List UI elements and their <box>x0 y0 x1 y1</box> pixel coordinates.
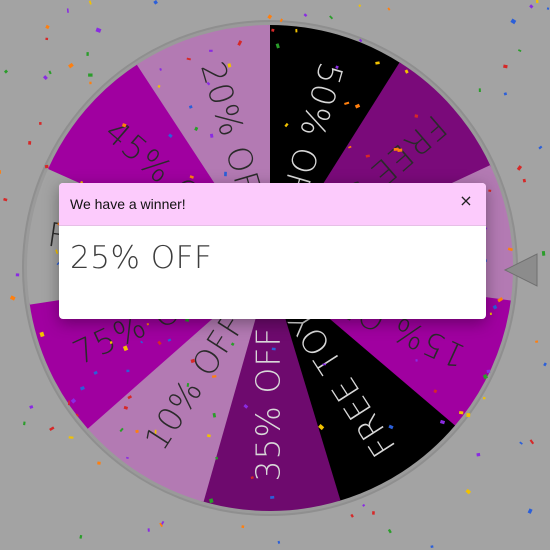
confetti-piece <box>88 0 92 5</box>
wheel-segment-label: 35% OFF <box>249 327 288 482</box>
confetti-piece <box>466 413 471 418</box>
confetti-piece <box>44 164 49 169</box>
confetti-piece <box>372 511 375 515</box>
confetti-piece <box>45 37 49 41</box>
winner-dialog-header: We have a winner! × <box>59 183 486 226</box>
confetti-piece <box>510 18 517 25</box>
confetti-piece <box>39 121 42 125</box>
confetti-piece <box>79 534 83 539</box>
confetti-piece <box>66 8 69 13</box>
confetti-piece <box>543 362 547 367</box>
confetti-piece <box>295 28 298 33</box>
confetti-piece <box>153 0 158 5</box>
confetti-piece <box>270 495 275 499</box>
confetti-piece <box>86 52 89 56</box>
confetti-piece <box>358 4 362 8</box>
confetti-piece <box>415 359 418 362</box>
confetti-piece <box>224 171 227 177</box>
confetti-piece <box>482 397 486 400</box>
winning-prize-text: 25% OFF <box>70 240 213 276</box>
confetti-piece <box>459 410 464 415</box>
confetti-piece <box>271 28 275 32</box>
confetti-piece <box>387 7 391 11</box>
confetti-piece <box>277 540 281 544</box>
confetti-piece <box>89 81 92 85</box>
confetti-piece <box>271 347 276 351</box>
confetti-piece <box>146 323 149 326</box>
confetti-piece <box>538 145 543 150</box>
confetti-piece <box>68 436 74 439</box>
confetti-piece <box>516 165 523 171</box>
confetti-piece <box>387 528 392 534</box>
confetti-piece <box>303 13 308 17</box>
confetti-piece <box>95 27 102 33</box>
confetti-piece <box>49 426 55 431</box>
confetti-piece <box>42 75 48 81</box>
confetti-piece <box>329 15 334 20</box>
confetti-piece <box>15 273 20 277</box>
confetti-piece <box>241 525 245 529</box>
confetti-piece <box>519 441 523 445</box>
confetti-piece <box>362 503 366 507</box>
confetti-piece <box>522 178 527 183</box>
confetti-piece <box>97 461 101 465</box>
winner-dialog-title: We have a winner! <box>70 196 186 212</box>
confetti-piece <box>154 429 157 434</box>
confetti-piece <box>3 197 8 202</box>
confetti-piece <box>29 405 34 409</box>
confetti-piece <box>0 170 2 174</box>
confetti-piece <box>478 88 481 92</box>
confetti-piece <box>23 421 26 426</box>
confetti-piece <box>527 508 533 514</box>
confetti-piece <box>541 250 546 256</box>
confetti-piece <box>517 49 522 52</box>
close-icon[interactable]: × <box>456 191 476 211</box>
confetti-piece <box>465 488 472 495</box>
confetti-piece <box>488 189 492 192</box>
confetti-piece <box>529 4 534 9</box>
confetti-piece <box>529 439 535 445</box>
confetti-piece <box>489 312 492 315</box>
confetti-piece <box>476 452 481 457</box>
confetti-piece <box>503 64 508 69</box>
confetti-piece <box>45 24 50 30</box>
spin-wheel-stage: 50% OFFFREE SHIP25% OFF15% OFFFREE TOY35… <box>0 0 550 550</box>
confetti-piece <box>486 369 491 374</box>
confetti-piece <box>126 369 130 373</box>
confetti-piece <box>209 49 213 52</box>
confetti-piece <box>3 69 9 74</box>
confetti-piece <box>503 92 508 96</box>
confetti-piece <box>535 0 539 4</box>
winner-dialog: We have a winner! × 25% OFF <box>59 183 486 319</box>
confetti-piece <box>430 545 434 549</box>
confetti-piece <box>322 363 327 366</box>
confetti-piece <box>28 140 32 145</box>
confetti-piece <box>68 62 74 69</box>
confetti-piece <box>267 14 273 20</box>
confetti-piece <box>414 114 419 118</box>
confetti-piece <box>350 513 354 518</box>
confetti-piece <box>393 147 399 151</box>
confetti-piece <box>546 7 550 10</box>
winner-dialog-body: 25% OFF <box>59 226 486 290</box>
wheel-pointer-icon <box>503 253 538 287</box>
confetti-piece <box>147 528 150 532</box>
confetti-piece <box>88 73 93 77</box>
confetti-piece <box>9 295 16 301</box>
confetti-piece <box>48 70 52 75</box>
confetti-piece <box>535 340 539 343</box>
